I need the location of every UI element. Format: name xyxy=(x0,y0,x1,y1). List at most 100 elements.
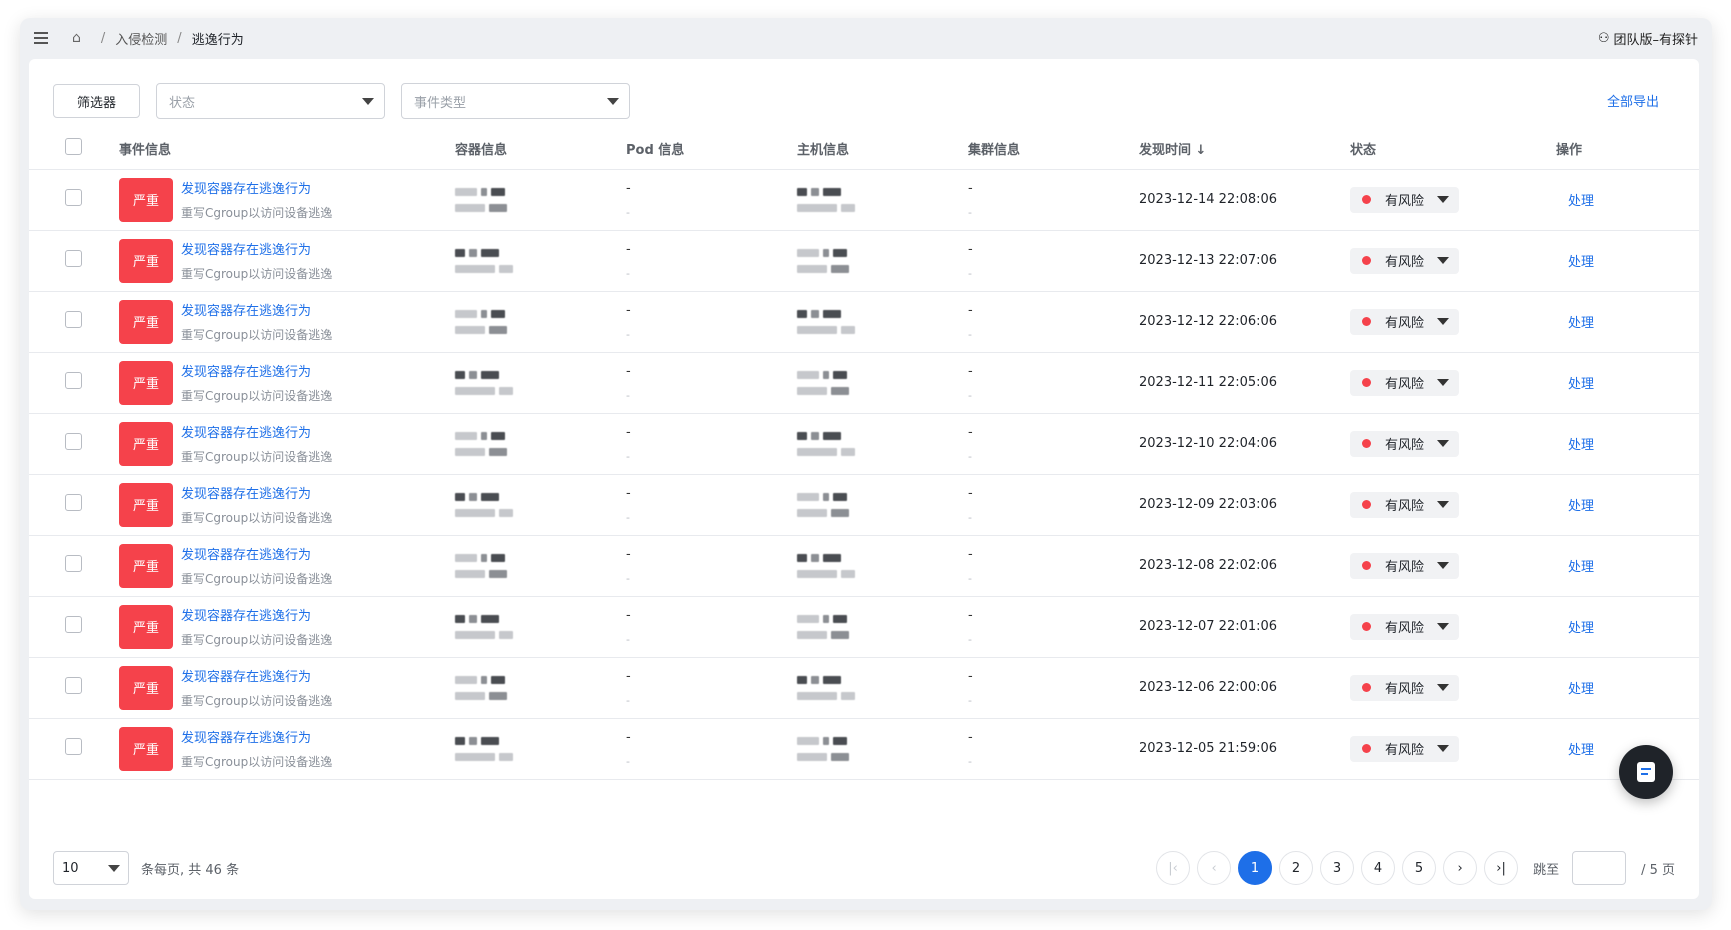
status-dropdown[interactable]: 有风险 xyxy=(1350,430,1459,457)
risk-dot-icon xyxy=(1362,561,1371,570)
event-info-cell: 严重 发现容器存在逃逸行为 重写Cgroup以访问设备逃逸 xyxy=(119,474,455,536)
event-title-link[interactable]: 发现容器存在逃逸行为 xyxy=(181,178,332,197)
status-dropdown[interactable]: 有风险 xyxy=(1350,186,1459,213)
prev-page-button[interactable]: ‹ xyxy=(1197,851,1232,885)
page-button[interactable]: 1 xyxy=(1238,851,1273,885)
handle-link[interactable]: 处理 xyxy=(1556,316,1594,331)
select-all-checkbox[interactable] xyxy=(65,138,82,156)
redacted-block xyxy=(811,431,819,440)
status-dropdown[interactable]: 有风险 xyxy=(1350,552,1459,579)
handle-link[interactable]: 处理 xyxy=(1556,438,1594,453)
redacted-block xyxy=(797,370,819,379)
event-title-link[interactable]: 发现容器存在逃逸行为 xyxy=(181,300,332,319)
jump-to-label: 跳至 xyxy=(1533,862,1560,878)
cluster-subvalue: - xyxy=(968,205,972,219)
first-page-button[interactable]: |‹ xyxy=(1156,851,1191,885)
container-info-cell xyxy=(455,291,626,353)
pod-info-cell: -- xyxy=(626,169,797,231)
severity-badge: 严重 xyxy=(119,482,173,527)
redacted-block xyxy=(499,508,513,517)
page-button[interactable]: 5 xyxy=(1402,851,1437,885)
header-discovered-time[interactable]: 发现时间 ↓ xyxy=(1139,129,1350,170)
floating-doc-button[interactable] xyxy=(1619,745,1673,799)
status-dropdown[interactable]: 有风险 xyxy=(1350,674,1459,701)
row-checkbox[interactable] xyxy=(65,616,82,633)
breadcrumb-intrusion-detection[interactable]: 入侵检测 xyxy=(115,29,167,48)
event-title-link[interactable]: 发现容器存在逃逸行为 xyxy=(181,544,332,563)
next-page-button[interactable]: › xyxy=(1443,851,1478,885)
redacted-line xyxy=(455,492,626,501)
top-bar: ⌂ / 入侵检测 / 逃逸行为 ⚇ 团队版–有探针 xyxy=(20,18,1712,58)
handle-link[interactable]: 处理 xyxy=(1556,194,1594,209)
redacted-block xyxy=(797,431,807,440)
export-all-link[interactable]: 全部导出 xyxy=(1607,91,1659,110)
pod-subvalue: - xyxy=(626,205,630,219)
pod-info-cell: -- xyxy=(626,474,797,536)
status-dropdown[interactable]: 有风险 xyxy=(1350,735,1459,762)
redacted-line xyxy=(797,386,968,395)
row-checkbox[interactable] xyxy=(65,738,82,755)
status-dropdown[interactable]: 有风险 xyxy=(1350,247,1459,274)
pod-info-cell: -- xyxy=(626,352,797,414)
row-checkbox[interactable] xyxy=(65,189,82,206)
handle-link[interactable]: 处理 xyxy=(1556,621,1594,636)
hamburger-menu-icon[interactable] xyxy=(34,32,50,44)
status-dropdown[interactable]: 有风险 xyxy=(1350,308,1459,335)
event-title-link[interactable]: 发现容器存在逃逸行为 xyxy=(181,239,332,258)
handle-link[interactable]: 处理 xyxy=(1556,499,1594,514)
handle-link[interactable]: 处理 xyxy=(1556,255,1594,270)
last-page-button[interactable]: ›| xyxy=(1484,851,1519,885)
app-window: ⌂ / 入侵检测 / 逃逸行为 ⚇ 团队版–有探针 筛选器 状态 事件类型 全部… xyxy=(20,18,1712,910)
handle-link[interactable]: 处理 xyxy=(1556,743,1594,758)
risk-dot-icon xyxy=(1362,256,1371,265)
event-title-link[interactable]: 发现容器存在逃逸行为 xyxy=(181,666,332,685)
event-title-link[interactable]: 发现容器存在逃逸行为 xyxy=(181,605,332,624)
page-button[interactable]: 3 xyxy=(1320,851,1355,885)
redacted-block xyxy=(823,736,829,745)
risk-dot-icon xyxy=(1362,622,1371,631)
discovered-time-cell: 2023-12-08 22:02:06 xyxy=(1139,535,1350,597)
jump-to-page-input[interactable] xyxy=(1572,851,1627,885)
event-type-select[interactable]: 事件类型 xyxy=(401,83,630,119)
row-checkbox[interactable] xyxy=(65,250,82,267)
handle-link[interactable]: 处理 xyxy=(1556,560,1594,575)
host-info-cell xyxy=(797,413,968,475)
redacted-block xyxy=(797,447,837,456)
discovered-time-cell: 2023-12-06 22:00:06 xyxy=(1139,657,1350,719)
pod-subvalue: - xyxy=(626,327,630,341)
redacted-block xyxy=(831,752,849,761)
filter-button[interactable]: 筛选器 xyxy=(53,84,140,118)
row-checkbox[interactable] xyxy=(65,555,82,572)
user-menu[interactable]: ⚇ 团队版–有探针 xyxy=(1598,29,1698,48)
home-icon[interactable]: ⌂ xyxy=(72,30,81,46)
event-title-link[interactable]: 发现容器存在逃逸行为 xyxy=(181,727,332,746)
event-title-link[interactable]: 发现容器存在逃逸行为 xyxy=(181,361,332,380)
severity-badge: 严重 xyxy=(119,665,173,710)
status-dropdown[interactable]: 有风险 xyxy=(1350,491,1459,518)
handle-link[interactable]: 处理 xyxy=(1556,377,1594,392)
status-dropdown[interactable]: 有风险 xyxy=(1350,613,1459,640)
row-checkbox[interactable] xyxy=(65,494,82,511)
row-checkbox[interactable] xyxy=(65,677,82,694)
discovered-time: 2023-12-13 22:07:06 xyxy=(1139,253,1278,268)
event-title-link[interactable]: 发现容器存在逃逸行为 xyxy=(181,483,332,502)
pod-info-cell: -- xyxy=(626,718,797,780)
redacted-block xyxy=(831,508,849,517)
row-checkbox[interactable] xyxy=(65,372,82,389)
pod-subvalue: - xyxy=(626,388,630,402)
page-button[interactable]: 4 xyxy=(1361,851,1396,885)
row-checkbox[interactable] xyxy=(65,311,82,328)
event-title-link[interactable]: 发现容器存在逃逸行为 xyxy=(181,422,332,441)
severity-badge: 严重 xyxy=(119,726,173,771)
severity-badge: 严重 xyxy=(119,299,173,344)
redacted-block xyxy=(491,309,505,318)
page-size-select[interactable]: 10 xyxy=(53,851,129,885)
container-info-cell xyxy=(455,169,626,231)
status-select[interactable]: 状态 xyxy=(156,83,385,119)
row-checkbox[interactable] xyxy=(65,433,82,450)
handle-link[interactable]: 处理 xyxy=(1556,682,1594,697)
page-button[interactable]: 2 xyxy=(1279,851,1314,885)
status-dropdown[interactable]: 有风险 xyxy=(1350,369,1459,396)
risk-dot-icon xyxy=(1362,500,1371,509)
pod-value: - xyxy=(626,302,631,318)
